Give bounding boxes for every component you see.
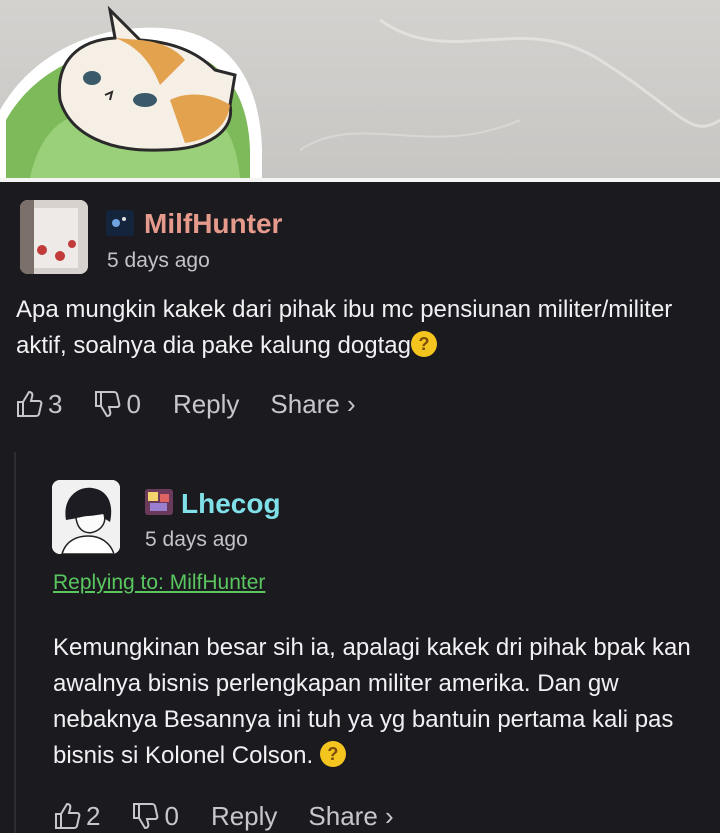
dislike-button[interactable]: 0 (92, 388, 141, 420)
dislike-count: 0 (126, 388, 141, 419)
thumbs-up-icon (55, 802, 81, 829)
thumbs-down-icon (95, 391, 121, 418)
share-button[interactable]: Share › (270, 389, 355, 420)
comment-actions: 3 0 Reply Share › (14, 387, 356, 421)
dislike-count: 0 (164, 800, 179, 831)
avatar[interactable] (52, 480, 120, 554)
profile-banner (0, 0, 720, 178)
comment-body: Kemungkinan besar sih ia, apalagi kakek … (53, 630, 693, 774)
thread-line (14, 452, 16, 833)
comment-text: Apa mungkin kakek dari pihak ibu mc pens… (16, 296, 673, 359)
share-button[interactable]: Share › (308, 801, 393, 832)
comment-text: Kemungkinan besar sih ia, apalagi kakek … (53, 634, 691, 769)
thumbs-down-icon (133, 803, 159, 830)
comment-timestamp: 5 days ago (145, 528, 248, 551)
cat-in-lettuce-illustration (0, 5, 720, 178)
thinking-face-emoji (410, 331, 437, 357)
comment-username[interactable]: Lhecog (181, 489, 281, 519)
replying-to-link[interactable]: Replying to: MilfHunter (53, 571, 265, 595)
avatar[interactable] (20, 200, 88, 274)
dislike-button[interactable]: 0 (130, 800, 179, 832)
user-flair-icon (106, 210, 134, 236)
like-button[interactable]: 2 (52, 801, 100, 832)
thinking-face-emoji (319, 741, 346, 767)
banner-divider (0, 178, 720, 182)
reply-button[interactable]: Reply (211, 801, 277, 832)
user-flair-icon (145, 489, 173, 515)
comment-timestamp: 5 days ago (107, 249, 210, 272)
comment-username[interactable]: MilfHunter (144, 209, 282, 239)
like-count: 2 (86, 800, 101, 831)
like-button[interactable]: 3 (14, 389, 62, 420)
comment-body: Apa mungkin kakek dari pihak ibu mc pens… (16, 292, 696, 364)
reply-button[interactable]: Reply (173, 389, 239, 420)
like-count: 3 (48, 388, 63, 419)
comment-actions: 2 0 Reply Share › (52, 799, 394, 833)
thumbs-up-icon (17, 390, 43, 417)
